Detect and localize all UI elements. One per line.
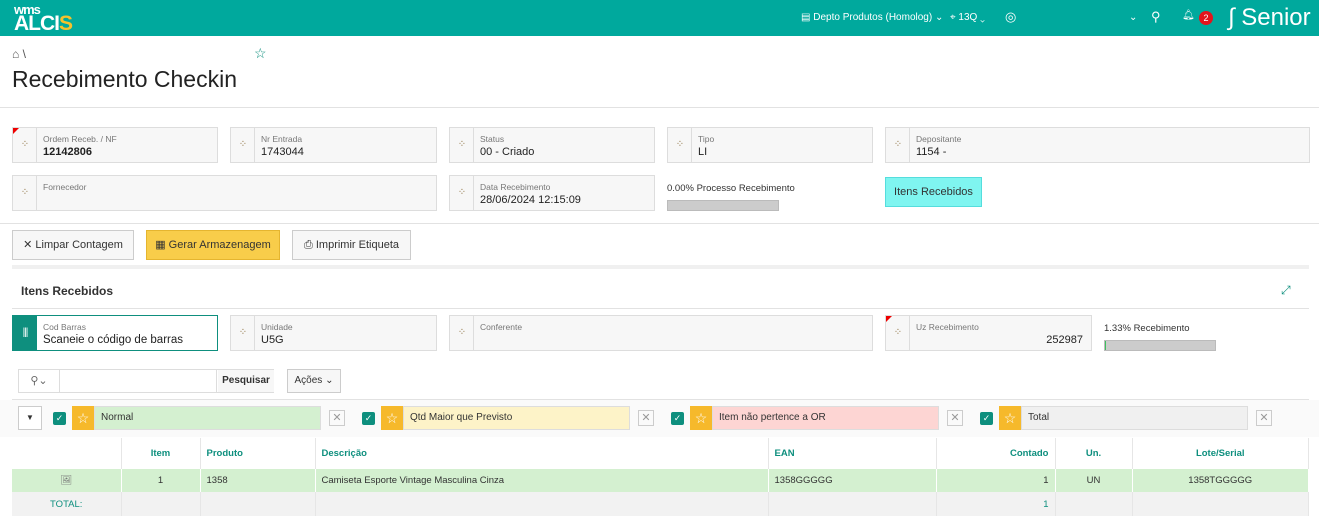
recebimento-label: 1.33% Recebimento [1104, 323, 1190, 334]
filter-remove-icon[interactable]: ✕ [638, 410, 654, 426]
grip-icon: ⁘ [231, 316, 255, 350]
star-icon[interactable]: ☆ [999, 406, 1021, 430]
col-un[interactable]: Un. [1055, 438, 1133, 469]
filter-checkbox[interactable]: ✓ [362, 412, 375, 425]
expand-icon[interactable]: ⤢ [1281, 283, 1291, 298]
page-title: Recebimento Checkin [12, 66, 238, 92]
user-icon[interactable]: ◎ [1005, 9, 1016, 25]
close-icon: ✕ [23, 239, 36, 251]
location-selector[interactable]: ⌖ 13Q ⌄ [950, 12, 985, 23]
barcode-icon: ||| [13, 316, 37, 350]
recebimento-progress-bar [1104, 340, 1216, 351]
grip-icon: ⁘ [450, 176, 474, 210]
filter-chip[interactable]: Normal [94, 406, 321, 430]
search-box: ⚲⌄ Pesquisar [18, 369, 274, 393]
col-contado[interactable]: Contado [936, 438, 1056, 469]
uz-recebimento-field: ⁘ Uz Recebimento 252987 [885, 315, 1092, 351]
filter-chip[interactable]: Qtd Maior que Previsto [403, 406, 630, 430]
filter-checkbox[interactable]: ✓ [53, 412, 66, 425]
ordem-field: ⁘ Ordem Receb. / NF 12142806 [12, 127, 218, 163]
status-field: ⁘ Status 00 - Criado [449, 127, 655, 163]
table-header: Item Produto Descrição EAN Contado Un. L… [12, 438, 1309, 469]
items-table: Item Produto Descrição EAN Contado Un. L… [12, 438, 1309, 516]
col-item[interactable]: Item [121, 438, 201, 469]
limpar-contagem-button[interactable]: ✕ Limpar Contagem [12, 230, 134, 260]
grip-icon: ⁘ [13, 176, 37, 210]
breadcrumb: ⌂ \ [12, 47, 26, 61]
depot-selector[interactable]: ▤ Depto Produtos (Homolog) ⌄ [801, 12, 943, 23]
col-lote[interactable]: Lote/Serial [1132, 438, 1309, 469]
section-title: Itens Recebidos [21, 284, 114, 298]
filter-chip[interactable]: Total [1021, 406, 1248, 430]
imprimir-etiqueta-button[interactable]: ⎙ Imprimir Etiqueta [292, 230, 411, 260]
col-descricao[interactable]: Descrição [315, 438, 769, 469]
grip-icon: ⁘ [450, 128, 474, 162]
filter-remove-icon[interactable]: ✕ [329, 410, 345, 426]
process-progress-bar [667, 200, 779, 211]
building-icon: ▤ [801, 12, 814, 23]
filter-checkbox[interactable]: ✓ [980, 412, 993, 425]
filter-toggle-button[interactable]: ▼ [18, 406, 42, 430]
search-button[interactable]: Pesquisar [218, 370, 274, 392]
col-ean[interactable]: EAN [768, 438, 937, 469]
table-row[interactable]: 🖼︎ 1 1358 Camiseta Esporte Vintage Mascu… [12, 469, 1309, 492]
grip-icon: ⁘ [886, 316, 910, 350]
nr-entrada-field: ⁘ Nr Entrada 1743044 [230, 127, 437, 163]
grid-icon: ▦ [155, 239, 169, 251]
chevron-down-icon[interactable]: ⌄ [1129, 12, 1137, 23]
search-options-icon[interactable]: ⚲⌄ [19, 370, 60, 392]
cod-barras-input[interactable]: Scaneie o código de barras [43, 334, 183, 346]
tipo-field: ⁘ Tipo LI [667, 127, 873, 163]
notification-badge: 2 [1199, 11, 1213, 25]
cod-barras-field[interactable]: ||| Cod Barras Scaneie o código de barras [12, 315, 218, 351]
grip-icon: ⁘ [231, 128, 255, 162]
logo[interactable]: ALCIS [14, 12, 73, 36]
search-input[interactable] [61, 370, 217, 392]
filter-checkbox[interactable]: ✓ [671, 412, 684, 425]
grip-icon: ⁘ [13, 128, 37, 162]
conferente-field: ⁘ Conferente [449, 315, 873, 351]
star-icon[interactable]: ☆ [690, 406, 712, 430]
grip-icon: ⁘ [450, 316, 474, 350]
data-recebimento-field: ⁘ Data Recebimento 28/06/2024 12:15:09 [449, 175, 655, 211]
star-icon[interactable]: ☆ [72, 406, 94, 430]
process-label: 0.00% Processo Recebimento [667, 183, 795, 194]
home-icon[interactable]: ⌂ [12, 47, 19, 61]
printer-icon: ⎙ [304, 239, 316, 251]
bell-icon[interactable]: 🔔︎ [1182, 10, 1195, 21]
image-icon[interactable]: 🖼︎ [12, 469, 122, 492]
search-icon[interactable]: ⚲ [1151, 9, 1161, 25]
fornecedor-field: ⁘ Fornecedor [12, 175, 437, 211]
grip-icon: ⁘ [886, 128, 910, 162]
favorite-star-icon[interactable]: ☆ [254, 45, 267, 62]
filter-chip[interactable]: Item não pertence a OR [712, 406, 939, 430]
gerar-armazenagem-button[interactable]: ▦ Gerar Armazenagem [146, 230, 280, 260]
filter-remove-icon[interactable]: ✕ [1256, 410, 1272, 426]
senior-logo: ∫ Senior [1228, 4, 1311, 31]
unidade-field: ⁘ Unidade U5G [230, 315, 437, 351]
star-icon[interactable]: ☆ [381, 406, 403, 430]
total-row: TOTAL: 1 [12, 492, 1309, 516]
grip-icon: ⁘ [668, 128, 692, 162]
filter-remove-icon[interactable]: ✕ [947, 410, 963, 426]
acoes-button[interactable]: Ações ⌄ [287, 369, 341, 393]
col-produto[interactable]: Produto [200, 438, 316, 469]
depositante-field: ⁘ Depositante 1154 - [885, 127, 1310, 163]
top-bar: wms ALCIS ▤ Depto Produtos (Homolog) ⌄ ⌖… [0, 0, 1319, 36]
itens-recebidos-button[interactable]: Itens Recebidos [885, 177, 982, 207]
